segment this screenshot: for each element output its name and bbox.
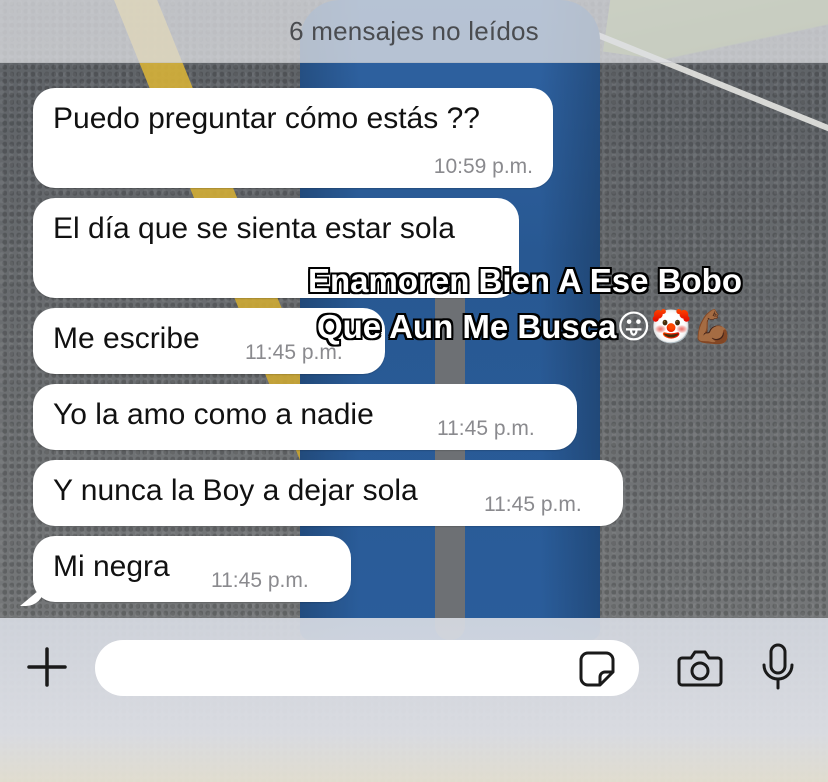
message-timestamp: 11:45 p.m.	[484, 493, 582, 516]
message-timestamp: 11:45 p.m.	[211, 569, 309, 592]
camera-icon[interactable]	[676, 648, 724, 688]
message-text: Yo la amo como a nadie	[53, 398, 374, 431]
message-text: Mi negra	[53, 550, 170, 583]
message-bubble[interactable]: Mi negra 11:45 p.m.	[33, 536, 351, 602]
overlay-caption-line2-wrap: Que Aun Me Busca😛🤡💪🏾	[280, 304, 770, 350]
message-composer-bar	[0, 618, 828, 782]
message-text: Puedo preguntar cómo estás ??	[53, 102, 480, 135]
overlay-caption: Enamoren Bien A Ese Bobo Que Aun Me Busc…	[280, 258, 770, 350]
message-bubble[interactable]: Yo la amo como a nadie 11:45 p.m.	[33, 384, 577, 450]
overlay-emojis: 😛🤡💪🏾	[616, 308, 734, 345]
unread-messages-banner: 6 mensajes no leídos	[0, 0, 828, 63]
message-bubble[interactable]: Y nunca la Boy a dejar sola 11:45 p.m.	[33, 460, 623, 526]
microphone-icon[interactable]	[760, 642, 796, 692]
message-input[interactable]	[95, 640, 639, 696]
message-text: Me escribe	[53, 322, 200, 355]
message-text: Y nunca la Boy a dejar sola	[53, 474, 418, 507]
unread-messages-label: 6 mensajes no leídos	[289, 15, 539, 46]
overlay-caption-line2: Que Aun Me Busca	[316, 308, 617, 345]
message-bubble[interactable]: Puedo preguntar cómo estás ?? 10:59 p.m.	[33, 88, 553, 188]
message-timestamp: 10:59 p.m.	[433, 155, 533, 178]
overlay-caption-line1: Enamoren Bien A Ese Bobo	[308, 262, 742, 299]
sticker-icon[interactable]	[578, 650, 616, 688]
message-timestamp: 11:45 p.m.	[437, 417, 535, 440]
message-text: El día que se sienta estar sola	[53, 212, 455, 245]
plus-icon[interactable]	[26, 646, 68, 688]
